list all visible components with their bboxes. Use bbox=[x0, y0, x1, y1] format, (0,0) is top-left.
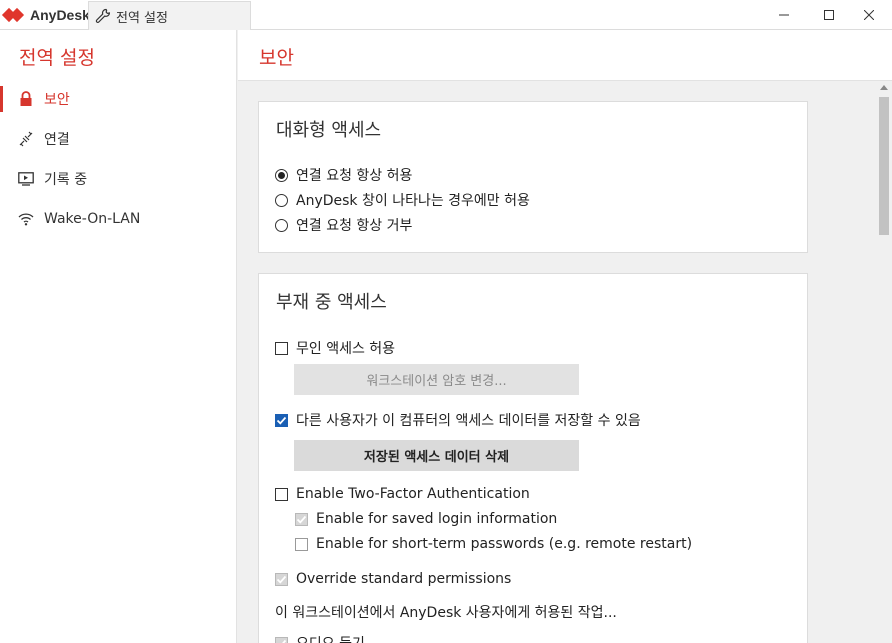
checkbox-label: Enable Two-Factor Authentication bbox=[296, 486, 530, 502]
button-label: 워크스테이션 암호 변경... bbox=[366, 374, 507, 389]
checkbox-short-term-passwords[interactable]: Enable for short-term passwords (e.g. re… bbox=[295, 536, 692, 552]
app-brand: AnyDesk bbox=[0, 0, 90, 30]
content-header: 보안 bbox=[238, 30, 892, 81]
section-title: 부재 중 액세스 bbox=[276, 292, 387, 313]
checkbox[interactable] bbox=[295, 537, 308, 551]
radio-allow-when-window-shown[interactable]: AnyDesk 창이 나타나는 경우에만 허용 bbox=[275, 190, 530, 210]
radio-button[interactable] bbox=[275, 218, 288, 232]
checkmark-icon bbox=[276, 575, 287, 584]
sidebar-item-label: 연결 bbox=[44, 132, 70, 148]
checkbox[interactable] bbox=[275, 572, 288, 586]
tab-global-settings[interactable]: 전역 설정 bbox=[88, 1, 251, 30]
radio-label: AnyDesk 창이 나타나는 경우에만 허용 bbox=[296, 193, 530, 209]
checkbox-override-permissions[interactable]: Override standard permissions bbox=[275, 571, 511, 587]
checkmark-icon bbox=[276, 416, 287, 425]
lock-icon bbox=[16, 89, 36, 109]
checkbox[interactable] bbox=[275, 636, 288, 643]
unattended-access-panel: 부재 중 액세스 무인 액세스 허용 워크스테이션 암호 변경... 다른 사용… bbox=[258, 273, 808, 643]
checkbox-saved-login[interactable]: Enable for saved login information bbox=[295, 511, 557, 527]
checkbox[interactable] bbox=[295, 512, 308, 526]
checkbox[interactable] bbox=[275, 413, 288, 427]
radio-always-deny[interactable]: 연결 요청 항상 거부 bbox=[275, 215, 412, 235]
checkbox-allow-save-access-data[interactable]: 다른 사용자가 이 컴퓨터의 액세스 데이터를 저장할 수 있음 bbox=[275, 410, 641, 430]
radio-button[interactable] bbox=[275, 193, 288, 207]
wifi-icon bbox=[16, 209, 36, 229]
checkbox-label: Enable for saved login information bbox=[316, 511, 558, 527]
sidebar-item-connection[interactable]: 연결 bbox=[0, 121, 237, 157]
permissions-label: 이 워크스테이션에서 AnyDesk 사용자에게 허용된 작업... bbox=[275, 605, 617, 621]
minimize-icon bbox=[779, 14, 789, 16]
close-button[interactable] bbox=[846, 0, 892, 30]
radio-label: 연결 요청 항상 거부 bbox=[296, 218, 413, 234]
app-name: AnyDesk bbox=[30, 7, 90, 23]
checkmark-icon bbox=[277, 639, 287, 643]
recording-icon bbox=[16, 169, 36, 189]
sidebar-item-wake-on-lan[interactable]: Wake-On-LAN bbox=[0, 201, 237, 237]
checkbox-label: 오디오 듣기 bbox=[296, 633, 365, 643]
checkbox[interactable] bbox=[275, 341, 288, 355]
radio-button[interactable] bbox=[275, 168, 288, 182]
delete-saved-access-data-button[interactable]: 저장된 액세스 데이터 삭제 bbox=[294, 440, 579, 471]
checkbox-label: Enable for short-term passwords (e.g. re… bbox=[316, 536, 693, 552]
maximize-icon bbox=[824, 10, 834, 20]
tab-label: 전역 설정 bbox=[116, 10, 168, 26]
checkbox-allow-unattended[interactable]: 무인 액세스 허용 bbox=[275, 338, 395, 358]
connection-icon bbox=[16, 129, 36, 149]
checkbox[interactable] bbox=[275, 487, 288, 501]
radio-always-allow[interactable]: 연결 요청 항상 허용 bbox=[275, 165, 412, 185]
scroll-up-arrow-icon[interactable] bbox=[880, 85, 888, 90]
wrench-icon bbox=[95, 8, 111, 23]
checkmark-icon bbox=[296, 515, 307, 524]
checkbox-two-factor[interactable]: Enable Two-Factor Authentication bbox=[275, 486, 530, 502]
checkbox-label: Override standard permissions bbox=[296, 571, 512, 587]
sidebar-title: 전역 설정 bbox=[19, 47, 95, 69]
anydesk-logo-icon bbox=[1, 7, 26, 23]
page-title: 보안 bbox=[259, 47, 294, 69]
close-icon bbox=[864, 10, 874, 20]
sidebar-item-label: 기록 중 bbox=[44, 172, 88, 188]
radio-label: 연결 요청 항상 허용 bbox=[296, 168, 413, 184]
minimize-button[interactable] bbox=[761, 0, 807, 30]
checkbox-label: 다른 사용자가 이 컴퓨터의 액세스 데이터를 저장할 수 있음 bbox=[296, 413, 641, 429]
vertical-scrollbar[interactable] bbox=[876, 81, 892, 643]
sidebar-item-label: Wake-On-LAN bbox=[44, 211, 141, 227]
button-label: 저장된 액세스 데이터 삭제 bbox=[363, 450, 510, 465]
checkbox-audio[interactable]: 오디오 듣기 bbox=[275, 633, 365, 643]
scroll-thumb[interactable] bbox=[879, 97, 889, 235]
interactive-access-panel: 대화형 액세스 연결 요청 항상 허용 AnyDesk 창이 나타나는 경우에만… bbox=[258, 101, 808, 253]
sidebar-item-recording[interactable]: 기록 중 bbox=[0, 161, 237, 197]
title-bar: AnyDesk 전역 설정 bbox=[0, 0, 892, 30]
sidebar-item-label: 보안 bbox=[44, 92, 70, 108]
checkbox-label: 무인 액세스 허용 bbox=[296, 341, 396, 357]
sidebar: 전역 설정 보안 연결 기록 중 Wake-On-LAN bbox=[0, 30, 237, 643]
change-workstation-password-button[interactable]: 워크스테이션 암호 변경... bbox=[294, 364, 579, 395]
sidebar-item-security[interactable]: 보안 bbox=[0, 81, 237, 117]
section-title: 대화형 액세스 bbox=[276, 120, 382, 141]
